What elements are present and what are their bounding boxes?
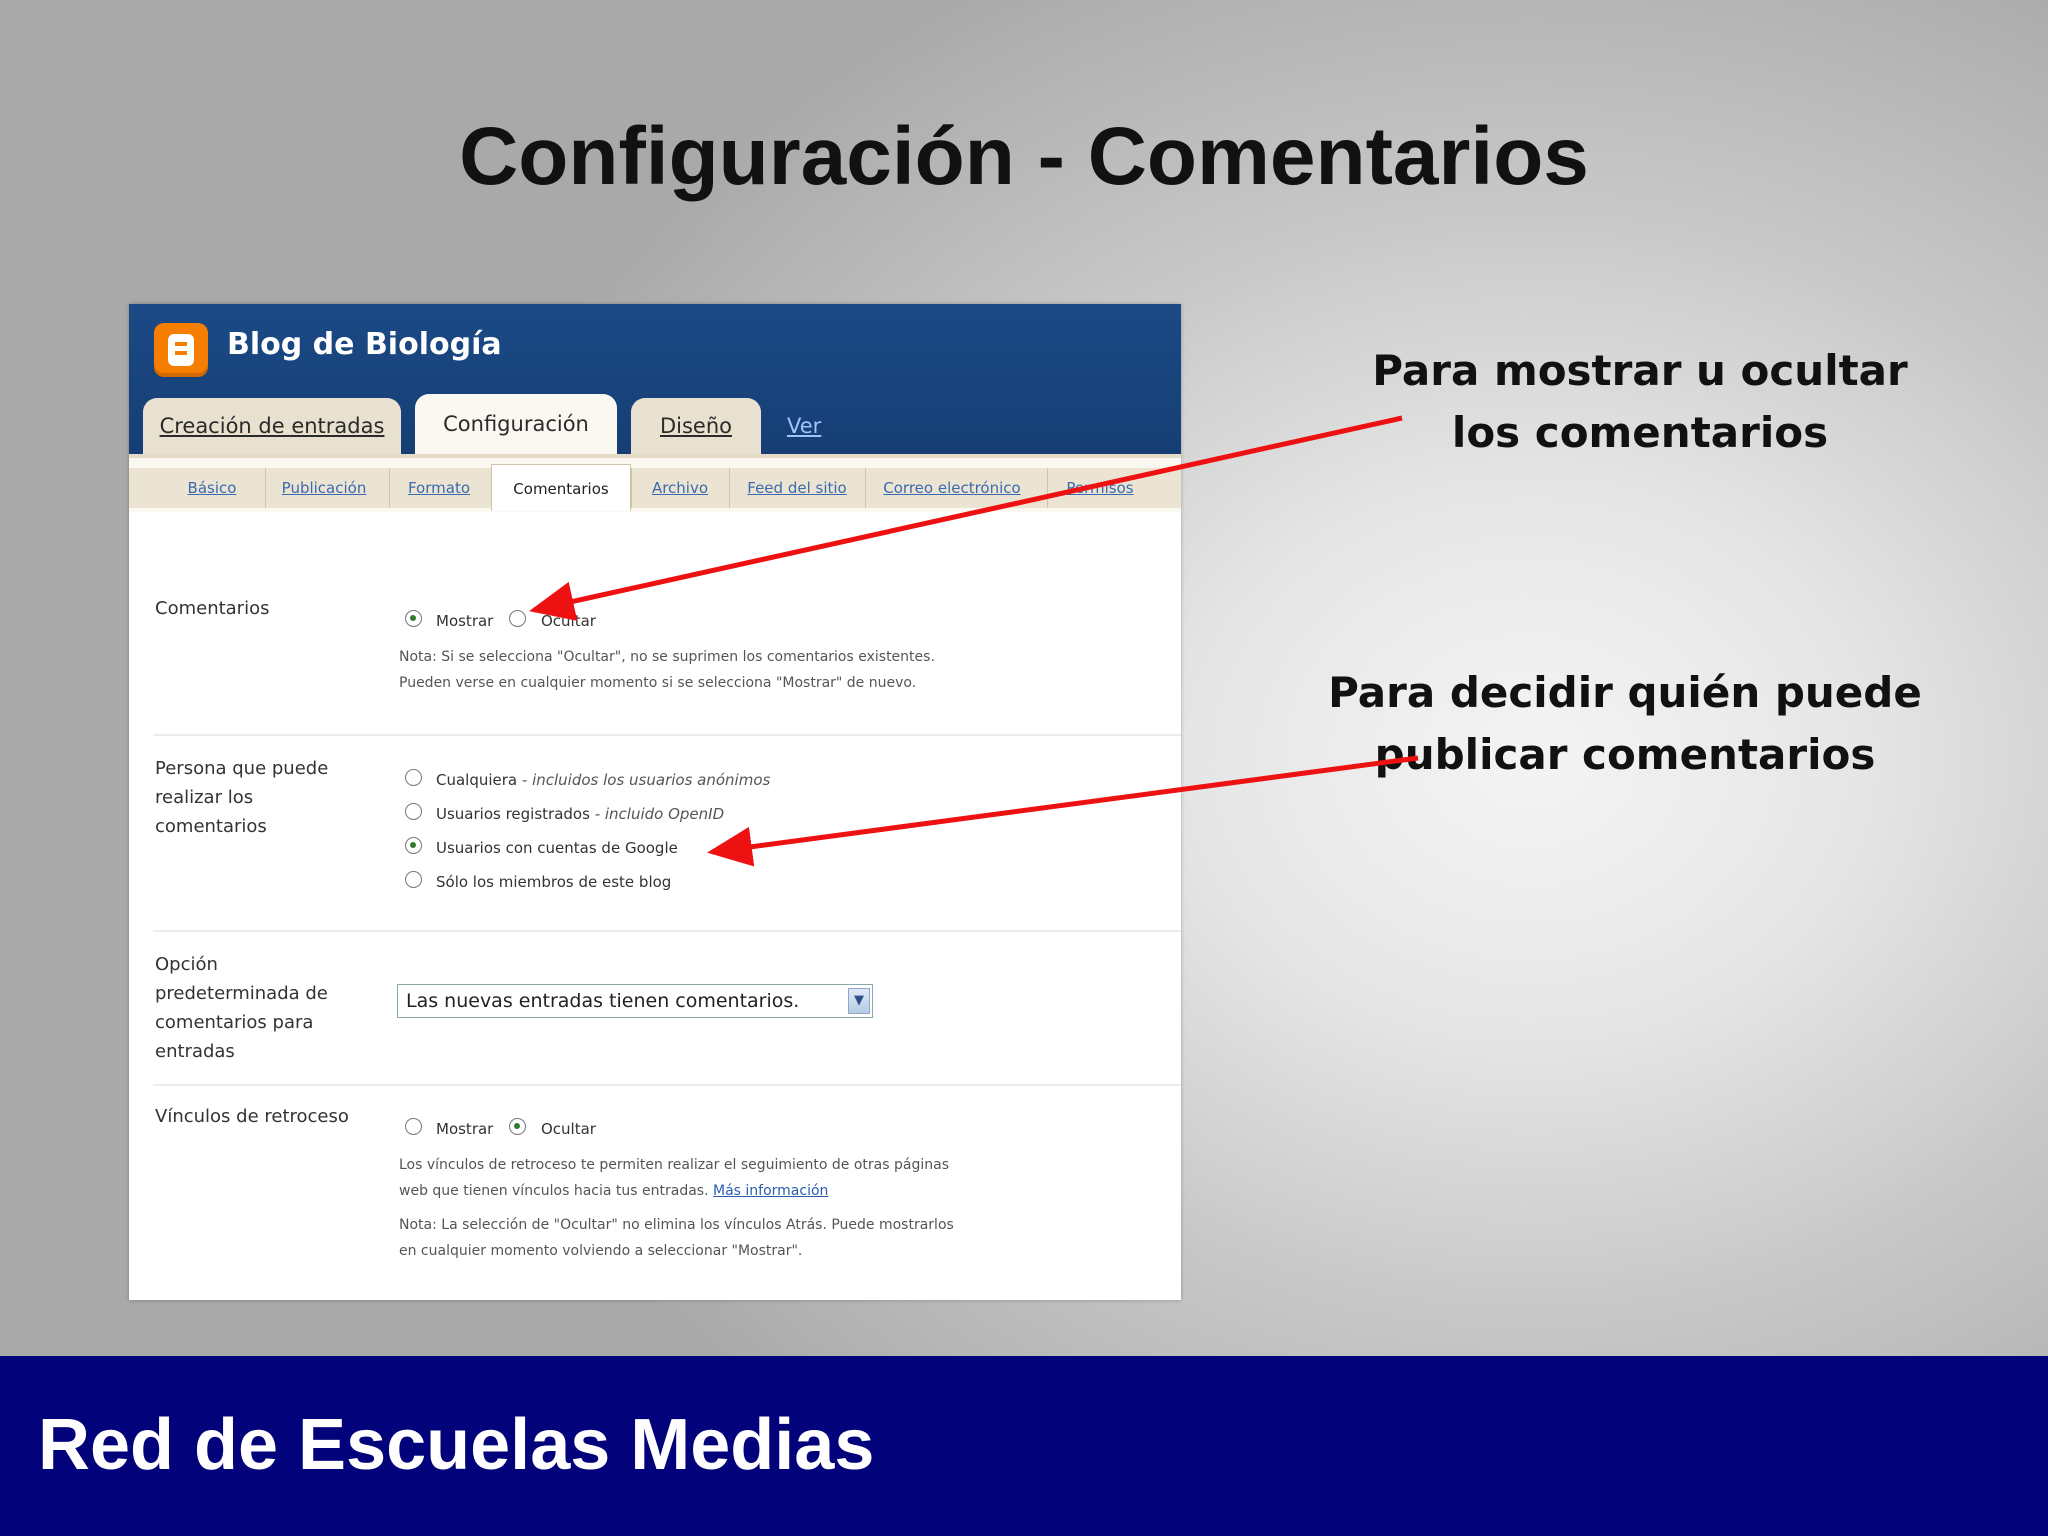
backlinks-desc-line2: web que tienen vínculos hacia tus entrad… [399,1183,829,1199]
subtab-site-feed[interactable]: Feed del sitio [729,468,864,508]
backlinks-note-line2: en cualquier momento volviendo a selecci… [399,1243,803,1259]
who-anyone-label: Cualquiera - incluidos los usuarios anón… [436,771,771,789]
backlinks-hide-label: Ocultar [541,1120,596,1138]
who-registered-radio[interactable] [405,803,422,820]
blogger-settings-screenshot: Blog de Biología Creación de entradas Co… [129,304,1181,1300]
backlinks-show-radio[interactable] [405,1118,422,1135]
tab-posting[interactable]: Creación de entradas [143,398,401,454]
slide-title: Configuración - Comentarios [459,111,1589,202]
backlinks-note-line1: Nota: La selección de "Ocultar" no elimi… [399,1217,954,1233]
subtab-permissions[interactable]: Permisos [1047,468,1152,508]
callout-who-can-text: Para decidir quién puede publicar coment… [1328,668,1922,779]
blogger-logo-icon [154,323,208,377]
backlinks-show-label: Mostrar [436,1120,494,1138]
comments-label: Comentarios [155,598,270,619]
divider [153,1084,1181,1086]
more-info-link[interactable]: Más información [713,1183,828,1199]
default-comments-select[interactable]: Las nuevas entradas tienen comentarios. … [397,984,873,1018]
comments-note-line1: Nota: Si se selecciona "Ocultar", no se … [399,649,935,665]
who-google-radio[interactable] [405,837,422,854]
subtab-comments[interactable]: Comentarios [491,464,631,511]
comments-show-radio[interactable] [405,610,422,627]
backlinks-label: Vínculos de retroceso [155,1106,349,1127]
who-members-label: Sólo los miembros de este blog [436,873,672,891]
footer-title: Red de Escuelas Medias [38,1405,875,1485]
backlinks-desc-line1: Los vínculos de retroceso te permiten re… [399,1157,949,1173]
who-can-comment-label: Persona que puede realizar los comentari… [155,758,329,837]
view-blog-link[interactable]: Ver blog [787,398,832,494]
subtab-archiving[interactable]: Archivo [631,468,728,508]
who-registered-label: Usuarios registrados - incluido OpenID [436,805,725,823]
blog-name: Blog de Biología [227,327,502,362]
comments-show-label: Mostrar [436,612,494,630]
comments-hide-label: Ocultar [541,612,596,630]
who-google-label: Usuarios con cuentas de Google [436,839,678,857]
subtab-basic[interactable]: Básico [167,468,257,508]
tab-layout[interactable]: Diseño [631,398,761,454]
subtab-formatting[interactable]: Formato [389,468,488,508]
subtab-email[interactable]: Correo electrónico [865,468,1038,508]
chevron-down-icon[interactable]: ▼ [848,988,870,1014]
subtab-publishing[interactable]: Publicación [265,468,382,508]
divider [153,734,1181,736]
who-members-radio[interactable] [405,871,422,888]
comments-hide-radio[interactable] [509,610,526,627]
backlinks-hide-radio[interactable] [509,1118,526,1135]
default-option-label: Opción predeterminada de comentarios par… [155,954,328,1062]
callout-show-hide: Para mostrar u ocultar los comentarios [1330,340,1950,464]
who-anyone-radio[interactable] [405,769,422,786]
default-comments-value: Las nuevas entradas tienen comentarios. [406,990,800,1012]
blog-header: Blog de Biología Creación de entradas Co… [129,304,1181,494]
callout-who-can-comment: Para decidir quién puede publicar coment… [1300,662,1950,786]
callout-show-hide-text: Para mostrar u ocultar los comentarios [1372,346,1908,457]
comments-note-line2: Pueden verse en cualquier momento si se … [399,675,917,691]
tab-settings[interactable]: Configuración [415,394,617,454]
divider [153,930,1181,932]
